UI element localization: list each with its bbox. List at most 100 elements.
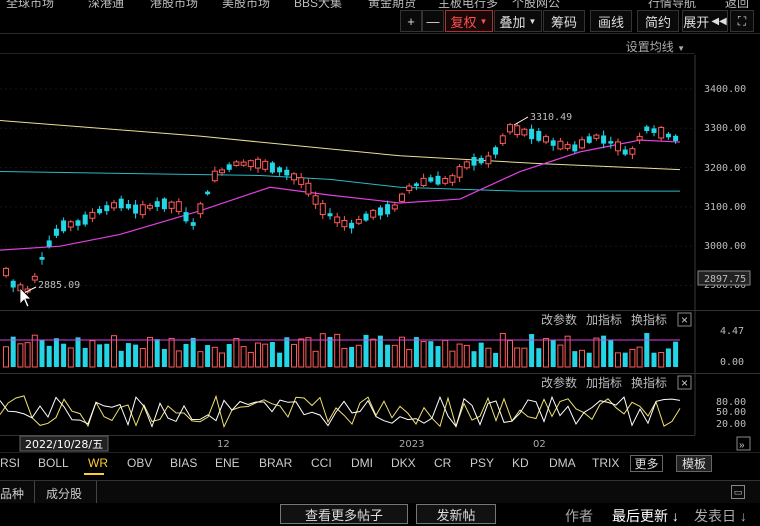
- volume-chart[interactable]: 改参数 加指标 换指标 × 4.47 0.00: [0, 310, 760, 373]
- set-ma-button[interactable]: 设置均线 ▼: [626, 38, 685, 55]
- template-button[interactable]: 模板: [676, 455, 712, 472]
- switch-indicator-button[interactable]: 换指标: [631, 375, 667, 390]
- candle-down: [586, 136, 592, 143]
- author-column[interactable]: 作者: [565, 506, 593, 526]
- top-nav-item[interactable]: 深港通: [88, 0, 124, 8]
- tab-trix[interactable]: TRIX: [592, 456, 619, 470]
- change-params-button[interactable]: 改参数: [541, 375, 577, 390]
- change-params-button[interactable]: 改参数: [541, 312, 577, 327]
- view-more-posts-button[interactable]: 查看更多帖子: [280, 504, 408, 524]
- diejia-dropdown[interactable]: 叠加 ▼: [494, 10, 542, 32]
- top-nav-item[interactable]: 黄金期货: [368, 0, 416, 8]
- tab-cr[interactable]: CR: [434, 456, 451, 470]
- volume-bar-up: [499, 332, 506, 368]
- top-nav-item[interactable]: 美股市场: [222, 0, 270, 8]
- candle-up: [211, 170, 218, 182]
- wr-indicator-chart[interactable]: 改参数 加指标 换指标 × 80.00 50.00 20.00: [0, 373, 760, 435]
- volume-bar-up: [197, 351, 204, 368]
- candle-down: [349, 222, 355, 229]
- volume-bar-up: [521, 347, 528, 368]
- high-marker-arrow: [513, 116, 529, 126]
- tab-boll[interactable]: BOLL: [38, 456, 69, 470]
- volume-bar-down: [349, 346, 355, 367]
- top-nav-item[interactable]: 返回: [725, 0, 749, 8]
- top-nav-item[interactable]: 个股网公: [512, 0, 560, 8]
- tab-dma[interactable]: DMA: [549, 456, 576, 470]
- wr-tick-label: 50.00: [716, 407, 746, 418]
- tab-psy[interactable]: PSY: [470, 456, 494, 470]
- volume-bar-down: [161, 348, 167, 367]
- last-update-column[interactable]: 最后更新 ↓: [612, 506, 679, 526]
- candle-down: [413, 183, 419, 187]
- tab-cci[interactable]: CCI: [311, 456, 332, 470]
- date-tick-label: 2023: [399, 439, 424, 450]
- jianyue-button[interactable]: 简约: [637, 10, 679, 32]
- candle-down: [644, 126, 650, 132]
- bottom-tabs: 品种 成分股 ▭: [0, 480, 760, 504]
- price-tick-label: 3200.00: [704, 163, 746, 174]
- candle-up: [514, 125, 521, 136]
- price-tick-label: 3000.00: [704, 241, 746, 252]
- candle-up: [3, 267, 9, 277]
- zhankai-button[interactable]: 展开 ◀◀: [682, 10, 728, 32]
- candle-down: [154, 201, 160, 207]
- fuquan-dropdown[interactable]: 复权 ▼: [445, 10, 493, 32]
- tab-bias[interactable]: BIAS: [170, 456, 197, 470]
- candle-up: [485, 155, 492, 165]
- volume-bar-up: [262, 343, 269, 368]
- volume-bar-up: [211, 346, 218, 368]
- tab-brar[interactable]: BRAR: [259, 456, 292, 470]
- candle-down: [572, 144, 578, 152]
- new-post-button[interactable]: 发新帖: [416, 504, 496, 524]
- add-indicator-button[interactable]: 加指标: [586, 375, 622, 390]
- wr-line-1: [0, 394, 681, 429]
- candlestick-chart[interactable]: 3400.00 3300.00 3200.00 3100.00 3000.00 …: [0, 55, 760, 310]
- active-tab-underline: [84, 473, 104, 475]
- tab-ene[interactable]: ENE: [215, 456, 240, 470]
- top-nav-item[interactable]: 主板电行多: [438, 0, 498, 8]
- candle-down: [622, 149, 628, 155]
- add-indicator-button[interactable]: 加指标: [586, 312, 622, 327]
- panel-toggle-icon[interactable]: ▭: [731, 485, 745, 499]
- tab-kd[interactable]: KD: [512, 456, 529, 470]
- candle-up: [658, 126, 665, 139]
- tab-rsi[interactable]: RSI: [0, 456, 20, 470]
- volume-bar-up: [658, 352, 665, 368]
- top-nav-item[interactable]: 行情导航: [648, 0, 696, 8]
- switch-indicator-button[interactable]: 换指标: [631, 312, 667, 327]
- volume-bar-up: [514, 347, 521, 368]
- volume-bar-down: [550, 340, 556, 367]
- volume-bar-up: [420, 341, 427, 368]
- volume-bar-down: [75, 337, 81, 367]
- candle-up: [298, 177, 305, 185]
- candle-down: [46, 240, 52, 247]
- top-nav-item[interactable]: BBS大集: [294, 0, 342, 8]
- volume-bar-down: [10, 336, 16, 367]
- candle-down: [61, 220, 67, 232]
- more-indicators-button[interactable]: 更多: [630, 455, 663, 472]
- candle-down: [133, 204, 139, 214]
- tab-dmi[interactable]: DMI: [351, 456, 373, 470]
- top-nav-item[interactable]: 全球市场: [6, 0, 54, 8]
- zoom-out-button[interactable]: —: [422, 10, 444, 32]
- volume-bar-up: [175, 350, 182, 368]
- tab-pinzhong[interactable]: 品种: [0, 485, 24, 502]
- fullscreen-icon[interactable]: ⛶: [730, 10, 754, 32]
- tab-chengfengu[interactable]: 成分股: [46, 485, 82, 502]
- volume-bar-down: [435, 346, 441, 367]
- volume-bar-up: [240, 346, 247, 368]
- candle-up: [312, 195, 319, 205]
- tab-obv[interactable]: OBV: [127, 456, 152, 470]
- zoom-in-button[interactable]: +: [400, 10, 422, 32]
- volume-bar-down: [673, 341, 679, 367]
- tab-dkx[interactable]: DKX: [391, 456, 416, 470]
- top-nav-item[interactable]: 港股市场: [150, 0, 198, 8]
- tab-wr[interactable]: WR: [88, 456, 108, 470]
- post-date-column[interactable]: 发表日 ↓: [694, 506, 747, 526]
- candle-up: [579, 139, 585, 149]
- volume-bar-up: [233, 338, 240, 368]
- candle-down: [75, 220, 81, 226]
- chouma-button[interactable]: 筹码: [543, 10, 585, 32]
- fuquan-label: 复权: [450, 14, 477, 30]
- huaxian-button[interactable]: 画线: [590, 10, 632, 32]
